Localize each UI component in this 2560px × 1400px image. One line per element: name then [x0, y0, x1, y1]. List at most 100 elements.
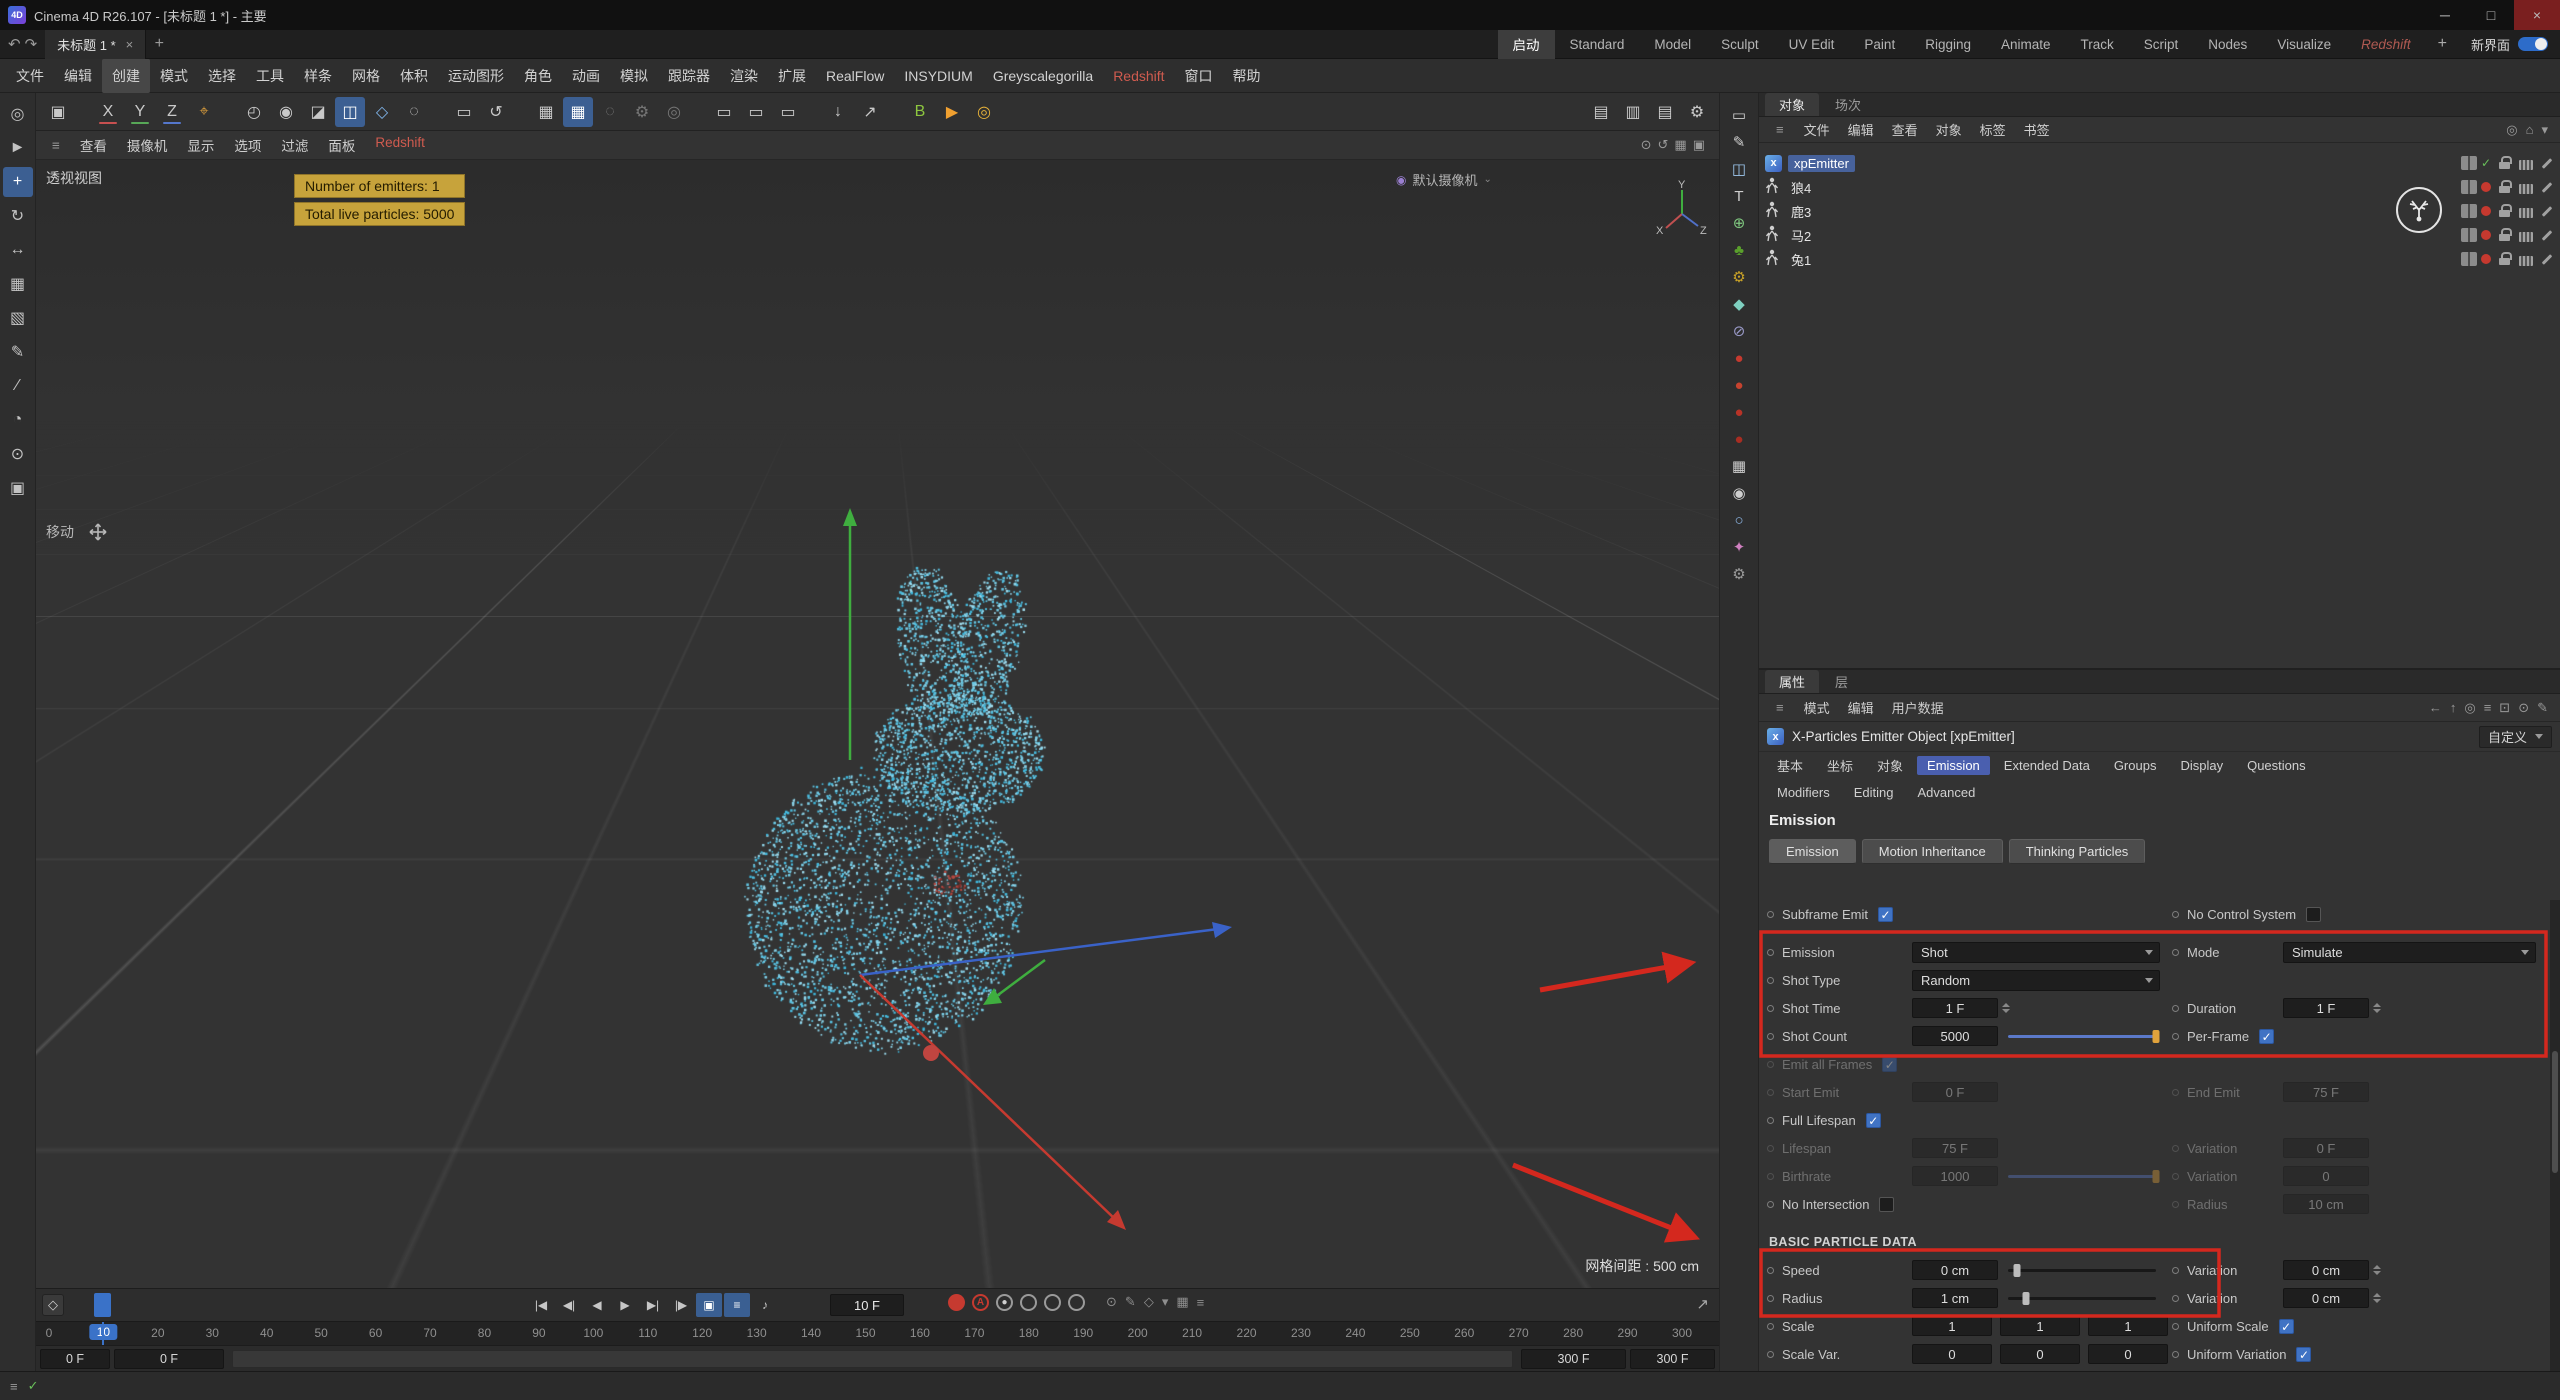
- dropdown-mode[interactable]: Simulate: [2283, 941, 2536, 963]
- vp-menu-摄像机[interactable]: 摄像机: [117, 135, 178, 155]
- maximize-button[interactable]: □: [2468, 0, 2514, 30]
- make-editable-icon[interactable]: ◴: [239, 97, 269, 127]
- spin-down-icon[interactable]: [2372, 1271, 2381, 1275]
- anim-dot-icon[interactable]: [2172, 1144, 2179, 1152]
- ruler-tick-160[interactable]: 160: [910, 1326, 930, 1340]
- snap-target-icon[interactable]: ◎: [659, 97, 689, 127]
- visibility-dots-icon[interactable]: [2461, 228, 2477, 242]
- keyframe-selection-icon[interactable]: ⊙: [1106, 1294, 1117, 1310]
- mesh-tool-icon[interactable]: ▧: [3, 303, 33, 333]
- y-axis-lock-button[interactable]: Y: [125, 97, 155, 127]
- target-ring-icon[interactable]: ◎: [969, 97, 999, 127]
- slider-handle[interactable]: [2013, 1263, 2021, 1277]
- menu-编辑[interactable]: 编辑: [54, 59, 102, 93]
- field-lifespan[interactable]: 75 F: [1912, 1138, 1998, 1158]
- checkbox-emit-all-frames[interactable]: [1882, 1056, 1898, 1072]
- am-lock-icon[interactable]: ⊡: [2499, 700, 2510, 716]
- render-settings-icon[interactable]: ⚙: [1682, 97, 1712, 127]
- attribute-scrollbar[interactable]: [2550, 900, 2560, 1371]
- menu-工具[interactable]: 工具: [246, 59, 294, 93]
- record-pla-toggle[interactable]: [1068, 1294, 1085, 1311]
- spin-down-icon[interactable]: [2372, 1299, 2381, 1303]
- range-start-field-b[interactable]: 0 F: [114, 1348, 224, 1369]
- field-scale-var-0[interactable]: 0: [1912, 1344, 1992, 1364]
- anim-dot-icon[interactable]: [2172, 910, 2179, 918]
- edit-tag-icon[interactable]: [2540, 180, 2554, 194]
- layout-tab-model[interactable]: Model: [1639, 30, 1706, 59]
- ruler-tick-0[interactable]: 0: [46, 1326, 53, 1340]
- sub-tab-emission[interactable]: Emission: [1769, 838, 1856, 864]
- lock-icon[interactable]: [2498, 156, 2512, 170]
- anim-dot-icon[interactable]: [2172, 1088, 2179, 1096]
- ruler-tick-300[interactable]: 300: [1672, 1326, 1692, 1340]
- animation-tag-icon[interactable]: [2519, 232, 2533, 242]
- field-scale-1[interactable]: 1: [2000, 1316, 2080, 1336]
- model-mode-icon[interactable]: ◉: [271, 97, 301, 127]
- point-anim-toggle[interactable]: ▣: [696, 1293, 722, 1317]
- am-menu-icon[interactable]: ≡: [2484, 700, 2492, 716]
- timeline-grid-icon[interactable]: ▦: [1176, 1294, 1188, 1310]
- am-back-icon[interactable]: ←: [2429, 700, 2442, 716]
- rs-material-1-icon[interactable]: ●: [1725, 346, 1753, 370]
- checkbox-uniform-scale[interactable]: [2278, 1318, 2294, 1334]
- ruler-tick-100[interactable]: 100: [583, 1326, 603, 1340]
- om-menu-编辑[interactable]: 编辑: [1839, 120, 1883, 139]
- ruler-tick-80[interactable]: 80: [478, 1326, 491, 1340]
- record-position-toggle[interactable]: ●: [996, 1294, 1013, 1311]
- field-scale-2[interactable]: 1: [2088, 1316, 2168, 1336]
- move-tool-icon[interactable]: +: [2, 167, 33, 197]
- timeline-options-icon[interactable]: ▾: [1162, 1294, 1169, 1310]
- spin-up-icon[interactable]: [2372, 1003, 2381, 1007]
- layout-tab-animate[interactable]: Animate: [1986, 30, 2066, 59]
- layer-color-dot[interactable]: [2481, 254, 2491, 264]
- om-burger-icon[interactable]: ≡: [1767, 122, 1793, 137]
- ruler-tick-190[interactable]: 190: [1073, 1326, 1093, 1340]
- spinner-icon[interactable]: [2000, 998, 2011, 1018]
- workplane-tool-icon[interactable]: ▣: [3, 473, 33, 503]
- camera-object-icon[interactable]: ◉: [1725, 481, 1753, 505]
- vp-target-icon[interactable]: ⊙: [1641, 137, 1652, 153]
- status-menu-icon[interactable]: ≡: [10, 1379, 18, 1394]
- ruler-tick-210[interactable]: 210: [1182, 1326, 1202, 1340]
- slider-handle[interactable]: [2152, 1029, 2160, 1043]
- ruler-tick-240[interactable]: 240: [1345, 1326, 1365, 1340]
- spin-down-icon[interactable]: [2001, 1009, 2010, 1013]
- om-menu-标签[interactable]: 标签: [1971, 120, 2015, 139]
- gear-deformer-icon[interactable]: ⚙: [1725, 265, 1753, 289]
- timeline-scrub-handle[interactable]: [94, 1293, 111, 1317]
- field-start-emit[interactable]: 0 F: [1912, 1082, 1998, 1102]
- section-tab-坐标[interactable]: 坐标: [1817, 754, 1863, 777]
- render-picture-viewer-icon[interactable]: ▥: [1618, 97, 1648, 127]
- ruler-tick-120[interactable]: 120: [692, 1326, 712, 1340]
- record-rotation-toggle[interactable]: [1044, 1294, 1061, 1311]
- anim-dot-icon[interactable]: [1767, 1200, 1774, 1208]
- ruler-tick-140[interactable]: 140: [801, 1326, 821, 1340]
- vp-undo-icon[interactable]: ↺: [1658, 137, 1669, 153]
- toggle-switch-icon[interactable]: [2518, 37, 2548, 51]
- am-track-icon[interactable]: ⊙: [2518, 700, 2529, 716]
- range-end-field-b[interactable]: 300 F: [1630, 1348, 1715, 1369]
- om-menu-查看[interactable]: 查看: [1883, 120, 1927, 139]
- workplane-icon[interactable]: ▭: [449, 97, 479, 127]
- menu-realflow[interactable]: RealFlow: [816, 59, 894, 93]
- visibility-dots-icon[interactable]: [2461, 252, 2477, 266]
- settings-wrench-icon[interactable]: ⚙: [1725, 562, 1753, 586]
- spin-up-icon[interactable]: [2001, 1003, 2010, 1007]
- paint-icon[interactable]: ✦: [1725, 535, 1753, 559]
- section-tab-editing[interactable]: Editing: [1844, 783, 1904, 802]
- field-scale-0[interactable]: 1: [1912, 1316, 1992, 1336]
- am-burger-icon[interactable]: ≡: [1767, 700, 1793, 715]
- field-shot-time[interactable]: 1 F: [1912, 998, 1998, 1018]
- section-tab-questions[interactable]: Questions: [2237, 756, 2316, 775]
- render-view-icon[interactable]: ▤: [1586, 97, 1616, 127]
- spin-up-icon[interactable]: [2372, 1265, 2381, 1269]
- ruler-tick-280[interactable]: 280: [1563, 1326, 1583, 1340]
- visibility-dots-icon[interactable]: [2461, 204, 2477, 218]
- vp-grid-icon[interactable]: ▦: [1674, 137, 1686, 153]
- select-cursor-tool-icon[interactable]: ►: [3, 133, 33, 163]
- menu-创建[interactable]: 创建: [102, 58, 150, 93]
- live-selection-tool-icon[interactable]: ◎: [3, 99, 33, 129]
- spline-pen-icon[interactable]: ✎: [1725, 130, 1753, 154]
- menu-运动图形[interactable]: 运动图形: [438, 59, 514, 93]
- ruler-tick-40[interactable]: 40: [260, 1326, 273, 1340]
